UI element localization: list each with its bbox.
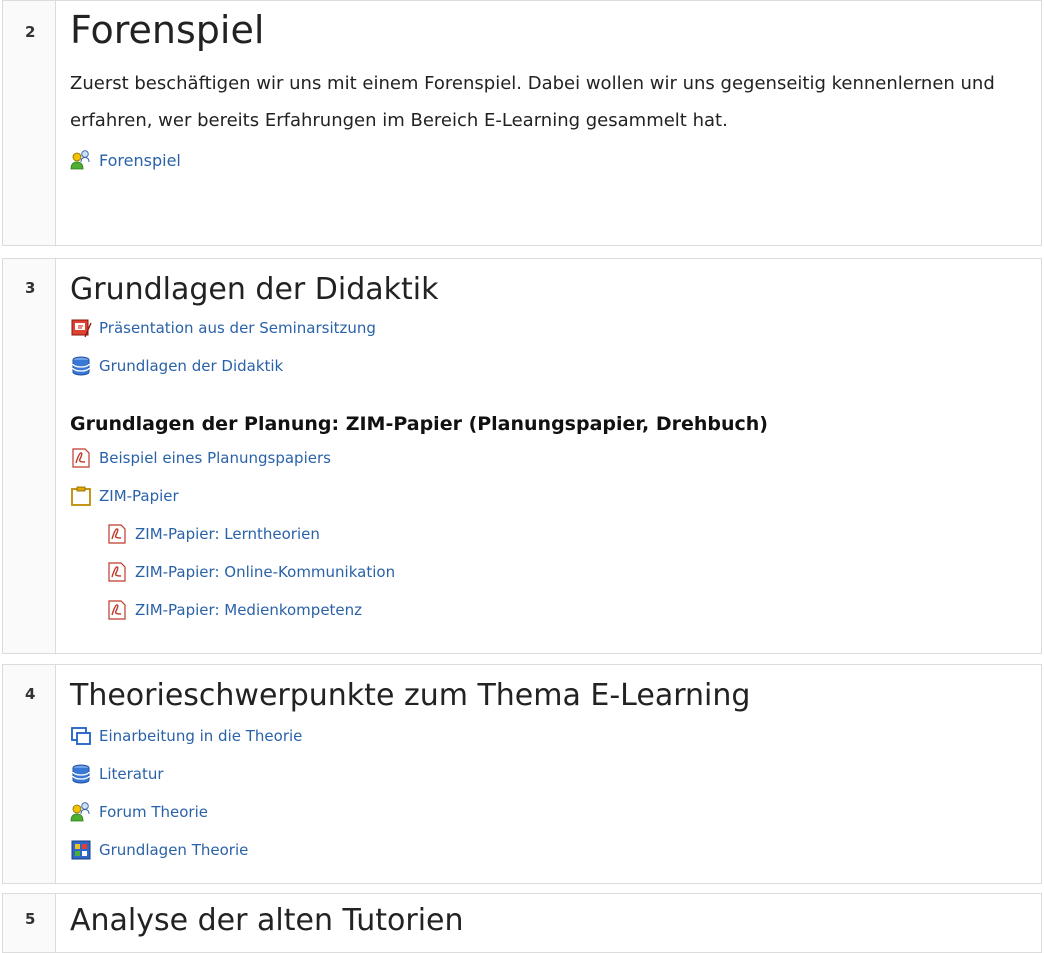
activity-label: Grundlagen Theorie	[99, 841, 249, 859]
section-number-column: 2	[3, 1, 56, 245]
section-number: 4	[25, 685, 36, 703]
activity-label: ZIM-Papier: Medienkompetenz	[135, 601, 363, 619]
pdf-icon	[72, 448, 90, 468]
course-section-5: 5 Analyse der alten Tutorien	[2, 893, 1042, 953]
activity-label: Forenspiel	[99, 150, 181, 170]
course-section-4: 4 Theorieschwerpunkte zum Thema E-Learni…	[2, 664, 1042, 884]
activity-label: Einarbeitung in die Theorie	[99, 727, 303, 745]
forum-icon	[70, 802, 90, 822]
forum-icon	[70, 150, 90, 170]
activity-label: Literatur	[99, 765, 164, 783]
section-subheading: Grundlagen der Planung: ZIM-Papier (Plan…	[70, 413, 768, 435]
activity-label: ZIM-Papier: Lerntheorien	[135, 525, 320, 543]
activity-forenspiel[interactable]: Forenspiel	[70, 141, 1031, 179]
activity-label: ZIM-Papier	[99, 487, 179, 505]
folder-icon	[71, 486, 91, 506]
section-content: Analyse der alten Tutorien	[70, 906, 1031, 936]
window-icon	[71, 727, 91, 745]
activity-literatur[interactable]: Literatur	[70, 755, 1031, 793]
activity-label: Präsentation aus der Seminarsitzung	[99, 319, 376, 337]
activity-beispiel-planungspapier[interactable]: Beispiel eines Planungspapiers	[70, 439, 1031, 477]
activity-zim-medienkompetenz[interactable]: ZIM-Papier: Medienkompetenz	[106, 591, 1031, 629]
activity-label: Beispiel eines Planungspapiers	[99, 449, 331, 467]
section-number-column: 4	[3, 665, 56, 883]
activity-forum-theorie[interactable]: Forum Theorie	[70, 793, 1031, 831]
activity-einarbeitung-theorie[interactable]: Einarbeitung in die Theorie	[70, 717, 1031, 755]
activity-zim-online-kommunikation[interactable]: ZIM-Papier: Online-Kommunikation	[106, 553, 1031, 591]
activity-zim-lerntheorien[interactable]: ZIM-Papier: Lerntheorien	[106, 515, 1031, 553]
section-number: 3	[25, 279, 36, 297]
section-summary: Zuerst beschäftigen wir uns mit einem Fo…	[70, 73, 995, 131]
presentation-icon	[71, 319, 92, 338]
section-title: Theorieschwerpunkte zum Thema E-Learning	[70, 678, 751, 713]
database-icon	[72, 764, 90, 784]
section-number: 5	[25, 910, 36, 928]
section-content: Grundlagen der Didaktik Präsentation aus…	[70, 275, 1031, 629]
section-content: Theorieschwerpunkte zum Thema E-Learning…	[70, 681, 1031, 869]
activity-grundlagen-didaktik[interactable]: Grundlagen der Didaktik	[70, 347, 1031, 385]
course-section-3: 3 Grundlagen der Didaktik Präsentation a…	[2, 258, 1042, 654]
section-number: 2	[25, 23, 36, 41]
pdf-icon	[108, 562, 126, 582]
section-title: Grundlagen der Didaktik	[70, 272, 439, 307]
section-number-column: 5	[3, 894, 56, 952]
section-title: Analyse der alten Tutorien	[70, 903, 464, 938]
pdf-icon	[108, 524, 126, 544]
database-icon	[72, 356, 90, 376]
activity-grundlagen-theorie[interactable]: Grundlagen Theorie	[70, 831, 1031, 869]
course-section-2: 2 Forenspiel Zuerst beschäftigen wir uns…	[2, 0, 1042, 246]
course-page: 2 Forenspiel Zuerst beschäftigen wir uns…	[0, 0, 1044, 953]
activity-label: Grundlagen der Didaktik	[99, 357, 284, 375]
activity-label: Forum Theorie	[99, 803, 208, 821]
glossary-icon	[71, 840, 91, 860]
section-title: Forenspiel	[70, 8, 265, 52]
activity-zim-papier-folder[interactable]: ZIM-Papier	[70, 477, 1031, 515]
activity-label: ZIM-Papier: Online-Kommunikation	[135, 563, 396, 581]
section-content: Forenspiel Zuerst beschäftigen wir uns m…	[70, 11, 1031, 179]
pdf-icon	[108, 600, 126, 620]
section-number-column: 3	[3, 259, 56, 653]
activity-praesentation[interactable]: Präsentation aus der Seminarsitzung	[70, 309, 1031, 347]
